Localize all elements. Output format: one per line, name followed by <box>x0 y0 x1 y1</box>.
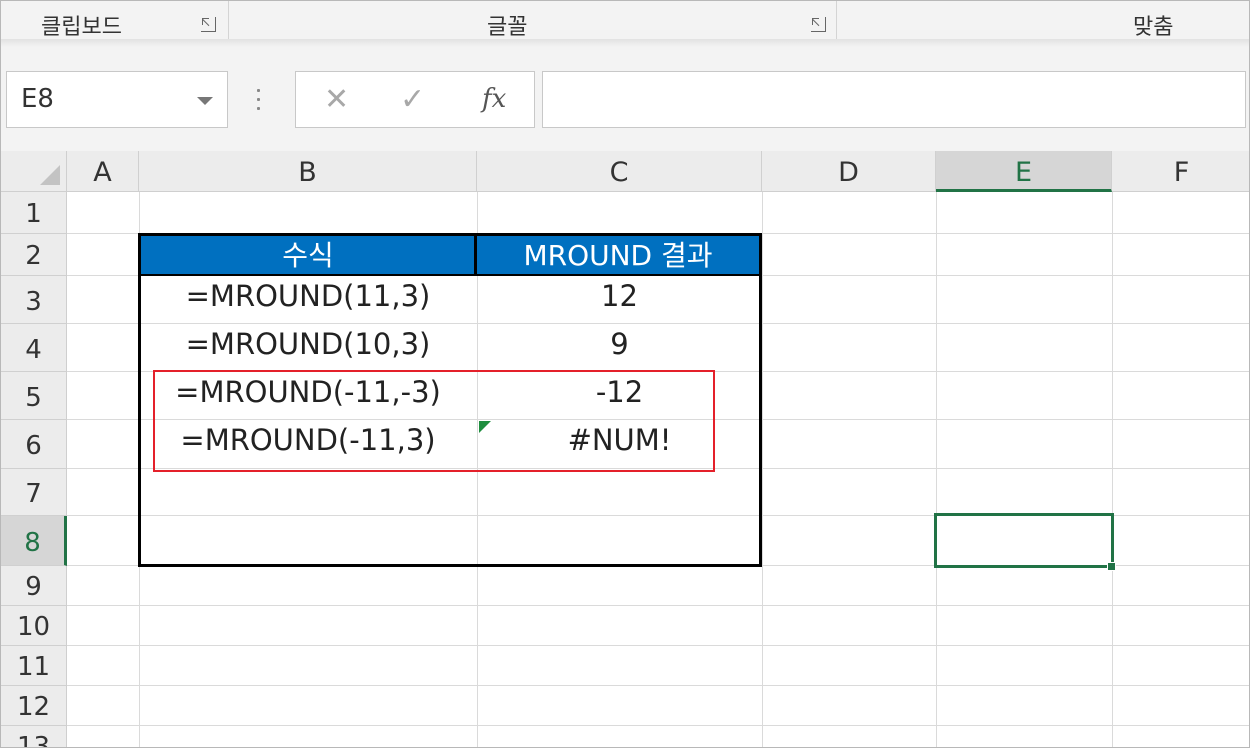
row-header-13[interactable]: 13 <box>1 726 67 747</box>
formula-buttons: ✕ ✓ fx <box>295 71 535 128</box>
column-header-e[interactable]: E <box>936 151 1112 192</box>
select-all-button[interactable] <box>1 151 67 192</box>
highlight-box <box>153 370 715 472</box>
ribbon-group-clipboard: 클립보드 <box>1 1 229 40</box>
fill-handle[interactable] <box>1107 562 1116 571</box>
row-header-6[interactable]: 6 <box>1 420 67 469</box>
column-header-a[interactable]: A <box>67 151 139 192</box>
ribbon-group-strip: 클립보드 글꼴 맞춤 <box>1 1 1249 47</box>
name-box-value: E8 <box>21 84 54 114</box>
row-header-11[interactable]: 11 <box>1 646 67 686</box>
row-header-9[interactable]: 9 <box>1 566 67 606</box>
row-header-5[interactable]: 5 <box>1 372 67 420</box>
column-header-c[interactable]: C <box>477 151 762 192</box>
column-header-f[interactable]: F <box>1112 151 1249 192</box>
ribbon-group-font: 글꼴 <box>229 1 837 40</box>
insert-function-icon[interactable]: fx <box>482 84 506 114</box>
formula-bar: E8 ✕ ✓ fx <box>1 47 1249 151</box>
dialog-launcher-icon[interactable] <box>201 17 216 32</box>
table-header-divider <box>474 233 477 276</box>
column-header-d[interactable]: D <box>762 151 936 192</box>
gridline <box>67 685 1249 686</box>
row-header-7[interactable]: 7 <box>1 469 67 516</box>
error-indicator-icon[interactable] <box>479 421 491 433</box>
row-header-8[interactable]: 8 <box>1 516 67 566</box>
active-cell-e8[interactable] <box>934 513 1114 568</box>
row-header-12[interactable]: 12 <box>1 686 67 726</box>
select-all-icon <box>40 165 60 185</box>
formula-input[interactable] <box>542 71 1246 128</box>
name-box[interactable]: E8 <box>6 71 228 128</box>
table-header-underline <box>138 274 762 276</box>
ribbon-group-alignment: 맞춤 <box>837 1 1249 40</box>
chevron-down-icon[interactable] <box>197 97 213 105</box>
spreadsheet-window: 클립보드 글꼴 맞춤 E8 ✕ ✓ fx A B C D E F 1 2 3 4… <box>0 0 1250 748</box>
row-header-2[interactable]: 2 <box>1 234 67 276</box>
gridline <box>67 605 1249 606</box>
row-header-4[interactable]: 4 <box>1 324 67 372</box>
row-header-1[interactable]: 1 <box>1 192 67 234</box>
gridline <box>67 645 1249 646</box>
worksheet-grid[interactable]: A B C D E F 1 2 3 4 5 6 7 8 9 10 11 12 1… <box>1 151 1249 747</box>
ribbon-group-label: 클립보드 <box>41 15 122 40</box>
ribbon-divider <box>1 39 1249 47</box>
gridline <box>67 725 1249 726</box>
row-header-3[interactable]: 3 <box>1 276 67 324</box>
drag-handle-icon[interactable] <box>255 87 261 113</box>
dialog-launcher-icon[interactable] <box>811 17 826 32</box>
row-header-10[interactable]: 10 <box>1 606 67 646</box>
enter-icon[interactable]: ✓ <box>400 82 425 117</box>
ribbon-group-label: 맞춤 <box>1133 15 1174 40</box>
column-header-b[interactable]: B <box>139 151 477 192</box>
cancel-icon[interactable]: ✕ <box>324 82 349 117</box>
ribbon-group-label: 글꼴 <box>487 15 528 40</box>
